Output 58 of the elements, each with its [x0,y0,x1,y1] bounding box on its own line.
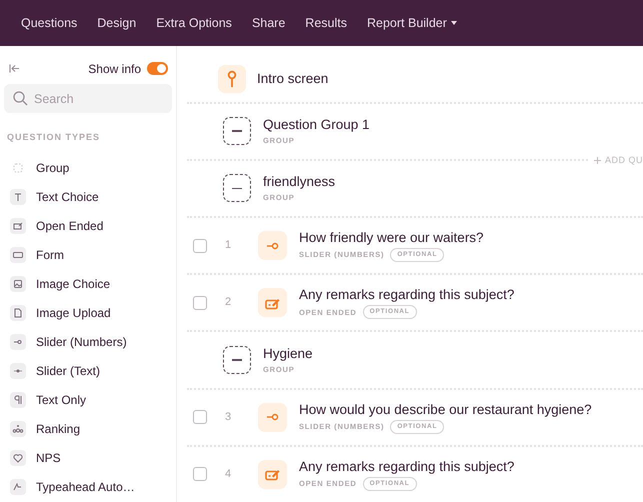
checkbox[interactable] [193,296,207,310]
question-type-item[interactable]: Slider (Text) [0,356,176,386]
nav-tab[interactable]: Extra Options [147,8,241,38]
nav-tab[interactable]: Report Builder [358,8,466,38]
form-field-icon [10,247,26,263]
checkbox[interactable] [193,238,207,253]
nav-tab[interactable]: Questions [12,8,86,38]
edit-icon [10,218,26,234]
pilcrow-icon [10,392,26,408]
slider-icon [258,402,287,432]
entry-title[interactable]: How would you describe our restaurant hygiene? [299,400,592,419]
question-number: 3 [225,410,232,425]
edit-icon [258,460,287,489]
ranking-icon [10,421,26,437]
edit-icon [258,288,287,318]
checkbox[interactable] [193,467,207,482]
collapse-icon[interactable] [9,64,20,73]
question-type-item[interactable]: Slider (Numbers) [0,328,176,356]
question-type-item[interactable]: Text Only [0,386,176,414]
entry-title[interactable]: friendlyness [263,173,336,192]
section-title: QUESTION TYPES [6,131,102,144]
entry-title[interactable]: Intro screen [257,70,328,88]
question-type-item[interactable]: Image Upload [0,298,176,328]
entry-title[interactable]: Question Group 1 [263,116,370,134]
question-type-item[interactable]: Group [0,154,176,182]
question-number: 2 [225,295,232,310]
search-icon [13,91,28,106]
search-field[interactable]: Search [4,84,172,113]
file-icon [10,305,26,321]
question-type-item[interactable]: Typeahead Auto… [0,472,176,502]
question-type-item[interactable]: Text Choice [0,182,176,212]
group-icon [223,346,251,374]
image-icon [10,276,26,292]
nav-tab[interactable]: Results [296,8,356,38]
pin-icon [218,64,246,93]
question-type-item[interactable]: Form [0,240,176,270]
question-type-item[interactable]: Open Ended [0,212,176,240]
question-type-item[interactable]: NPS [0,444,176,472]
entry-title[interactable]: Any remarks regarding this subject? [299,286,514,304]
letter-t-icon [10,189,26,205]
slider-icon [10,334,26,350]
question-number: 4 [225,467,232,482]
nav-tab[interactable]: Share [242,8,294,38]
nav-tab[interactable]: Design [88,8,146,38]
group-icon [223,174,251,202]
question-number: 1 [225,238,232,254]
slider-icon [258,231,287,260]
slider-icon [10,363,26,379]
entry-title[interactable]: Hygiene [263,344,313,363]
entry-title[interactable]: How friendly were our waiters? [299,229,484,248]
show-info-label: Show info [88,60,141,78]
show-info-toggle[interactable] [147,62,168,75]
question-type-item[interactable]: Ranking [0,414,176,444]
question-type-item[interactable]: Image Choice [0,270,176,298]
entry-title[interactable]: Any remarks regarding this subject? [299,458,514,476]
group-icon [223,117,251,146]
checkbox[interactable] [193,410,207,424]
plus-icon [594,156,601,164]
